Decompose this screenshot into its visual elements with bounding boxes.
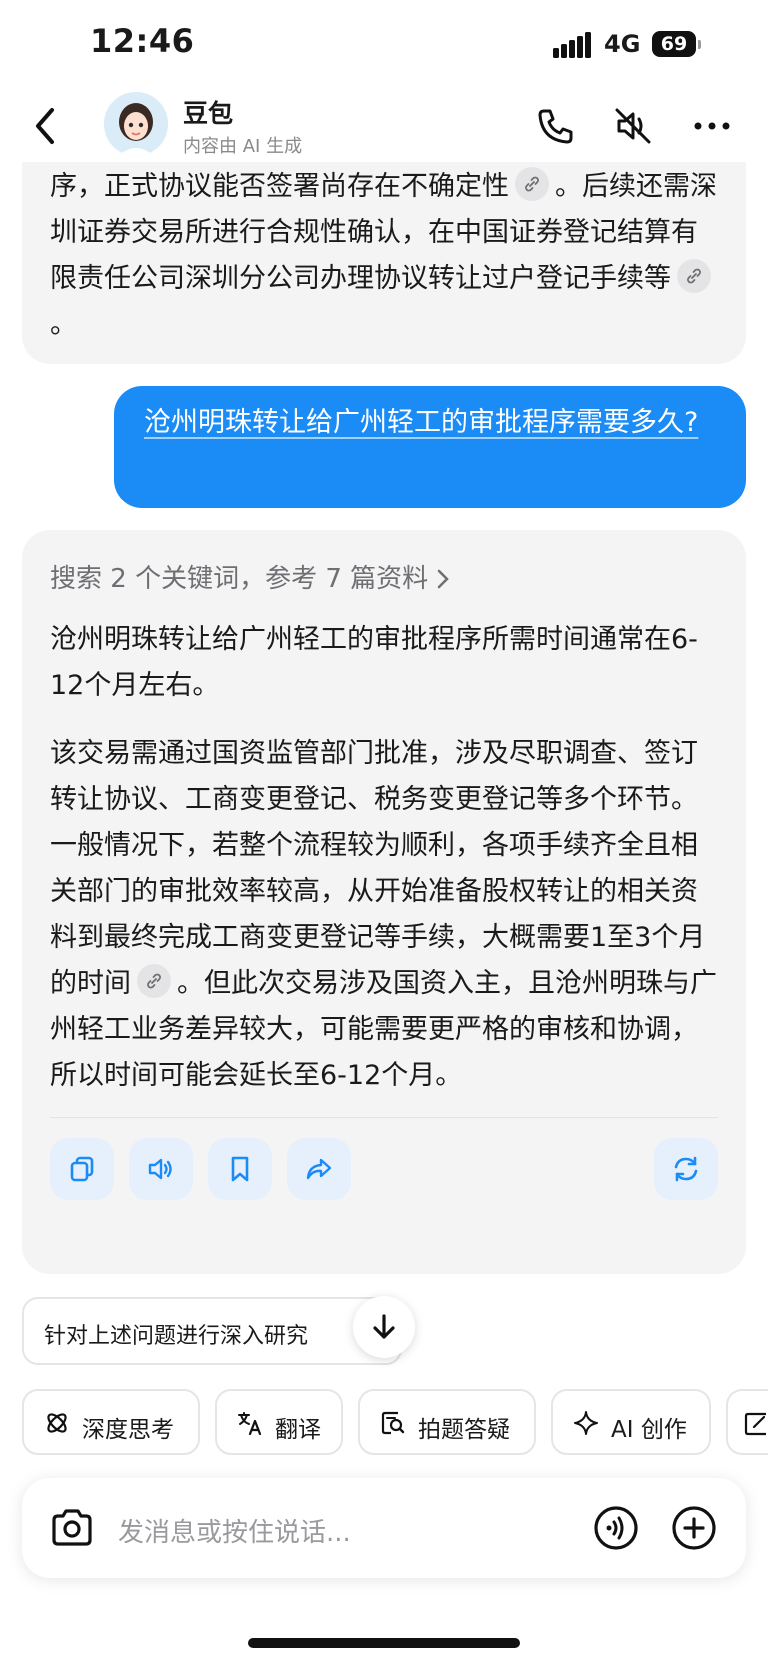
- battery-indicator: 69: [652, 31, 701, 57]
- translate-icon: [238, 1412, 262, 1436]
- search-summary-text: 搜索 2 个关键词，参考 7 篇资料: [50, 564, 429, 594]
- sparkle-icon: [574, 1411, 598, 1435]
- citation-link-icon[interactable]: [515, 167, 549, 201]
- divider: [50, 1117, 718, 1118]
- more-icon[interactable]: [690, 104, 734, 148]
- chip-more[interactable]: [726, 1389, 768, 1455]
- speaker-icon: [148, 1158, 172, 1180]
- share-icon: [306, 1158, 332, 1180]
- prev-message-text: 序，正式协议能否签署尚存在不确定性 。后续还需深圳证券交易所进行合规性确认，在中国…: [50, 164, 718, 348]
- atom-icon: [47, 1413, 67, 1433]
- bookmark-button[interactable]: [208, 1138, 272, 1200]
- prev-line1: 序，正式协议能否签署尚存在不确定性: [50, 171, 509, 202]
- arrow-down-icon: [373, 1314, 395, 1339]
- chat-header: 豆包 内容由 AI 生成: [0, 90, 768, 162]
- chip-photo-question[interactable]: 拍题答疑: [358, 1389, 536, 1455]
- search-summary[interactable]: 搜索 2 个关键词，参考 7 篇资料: [50, 558, 718, 595]
- chevron-right-icon: [438, 569, 450, 589]
- scroll-down-button[interactable]: [353, 1296, 415, 1358]
- refresh-icon: [674, 1156, 698, 1182]
- answer-paragraph-2: 该交易需通过国资监管部门批准，涉及尽职调查、签订转让协议、工商变更登记、税务变更…: [50, 731, 718, 1099]
- suggested-prompt-label: 针对上述问题进行深入研究: [44, 1324, 309, 1349]
- message-input[interactable]: 发消息或按住说话...: [118, 1512, 351, 1549]
- user-message[interactable]: 沧州明珠转让给广州轻工的审批程序需要多久?: [114, 386, 746, 508]
- status-time: 12:46: [90, 22, 195, 60]
- camera-icon[interactable]: [48, 1504, 96, 1552]
- edit-icon: [744, 1412, 766, 1436]
- ai-message: 搜索 2 个关键词，参考 7 篇资料 沧州明珠转让给广州轻工的审批程序所需时间通…: [22, 530, 746, 1274]
- chat-subtitle: 内容由 AI 生成: [183, 136, 303, 157]
- bookmark-icon: [231, 1156, 249, 1182]
- suggested-prompt[interactable]: 针对上述问题进行深入研究: [22, 1297, 402, 1365]
- status-bar: 12:46 4G 69: [0, 0, 768, 90]
- voice-icon[interactable]: [592, 1504, 640, 1552]
- chip-translate[interactable]: 翻译: [215, 1389, 343, 1455]
- chip-label: 翻译: [275, 1417, 321, 1443]
- signal-icon: [553, 32, 591, 58]
- chip-label: 拍题答疑: [418, 1417, 510, 1443]
- message-actions: [50, 1138, 718, 1200]
- plus-icon[interactable]: [670, 1504, 718, 1552]
- citation-link-icon[interactable]: [137, 964, 171, 998]
- copy-button[interactable]: [50, 1138, 114, 1200]
- regenerate-button[interactable]: [654, 1138, 718, 1200]
- share-button[interactable]: [287, 1138, 351, 1200]
- answer-paragraph-2a: 该交易需通过国资监管部门批准，涉及尽职调查、签订转让协议、工商变更登记、税务变更…: [50, 738, 706, 999]
- back-icon[interactable]: [30, 104, 60, 148]
- speaker-muted-icon[interactable]: [611, 104, 655, 148]
- avatar[interactable]: [104, 92, 168, 156]
- chip-ai-create[interactable]: AI 创作: [551, 1389, 711, 1455]
- photo-question-icon: [381, 1411, 405, 1435]
- chat-title: 豆包: [183, 99, 234, 128]
- chip-label: AI 创作: [611, 1417, 687, 1443]
- chip-label: 深度思考: [82, 1417, 174, 1443]
- answer-paragraph-1: 沧州明珠转让给广州轻工的审批程序所需时间通常在6-12个月左右。: [50, 624, 698, 701]
- network-type: 4G: [604, 30, 641, 58]
- user-message-text[interactable]: 沧州明珠转让给广州轻工的审批程序需要多久?: [144, 402, 716, 443]
- read-aloud-button[interactable]: [129, 1138, 193, 1200]
- prev-rest-tail: 。: [50, 309, 77, 340]
- home-indicator: [248, 1638, 520, 1648]
- citation-link-icon[interactable]: [677, 259, 711, 293]
- copy-icon: [70, 1156, 94, 1182]
- chip-deep-think[interactable]: 深度思考: [22, 1389, 200, 1455]
- prev-line1-tail: 。后续: [555, 171, 636, 202]
- phone-icon[interactable]: [534, 104, 578, 148]
- message-input-bar: 发消息或按住说话...: [22, 1478, 746, 1578]
- doubao-avatar-icon: [104, 92, 168, 156]
